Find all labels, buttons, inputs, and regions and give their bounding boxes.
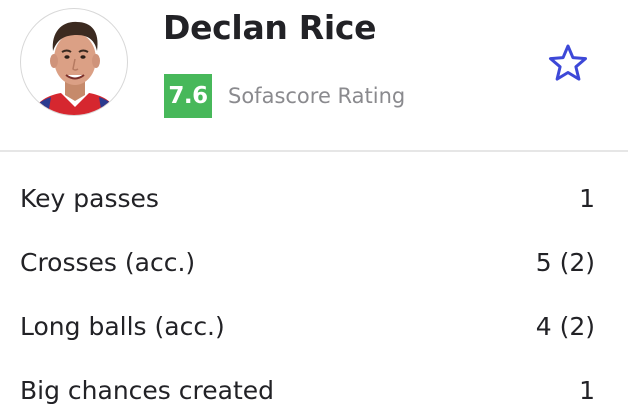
stat-label: Long balls (acc.) bbox=[20, 311, 225, 341]
stat-row-long-balls: Long balls (acc.) 4 (2) bbox=[0, 294, 628, 358]
header-divider bbox=[0, 150, 628, 152]
player-name: Declan Rice bbox=[163, 8, 377, 47]
rating-badge: 7.6 bbox=[164, 74, 212, 118]
rating-label: Sofascore Rating bbox=[228, 84, 406, 108]
stat-value: 1 bbox=[579, 183, 595, 213]
stat-label: Big chances created bbox=[20, 375, 274, 405]
favorite-star-button[interactable] bbox=[546, 42, 590, 84]
stat-label: Key passes bbox=[20, 183, 159, 213]
player-avatar[interactable] bbox=[20, 8, 128, 116]
stat-row-key-passes: Key passes 1 bbox=[0, 166, 628, 230]
stat-label: Crosses (acc.) bbox=[20, 247, 196, 277]
rating-row: 7.6 Sofascore Rating bbox=[164, 74, 405, 118]
player-header: Declan Rice 7.6 Sofascore Rating bbox=[0, 0, 628, 150]
stat-value: 4 (2) bbox=[535, 311, 595, 341]
player-photo-icon bbox=[31, 21, 119, 115]
stat-row-big-chances: Big chances created 1 bbox=[0, 358, 628, 416]
star-outline-icon bbox=[549, 44, 587, 81]
stat-value: 5 (2) bbox=[535, 247, 595, 277]
stat-row-crosses: Crosses (acc.) 5 (2) bbox=[0, 230, 628, 294]
stat-value: 1 bbox=[579, 375, 595, 405]
stats-list: Key passes 1 Crosses (acc.) 5 (2) Long b… bbox=[0, 166, 628, 416]
